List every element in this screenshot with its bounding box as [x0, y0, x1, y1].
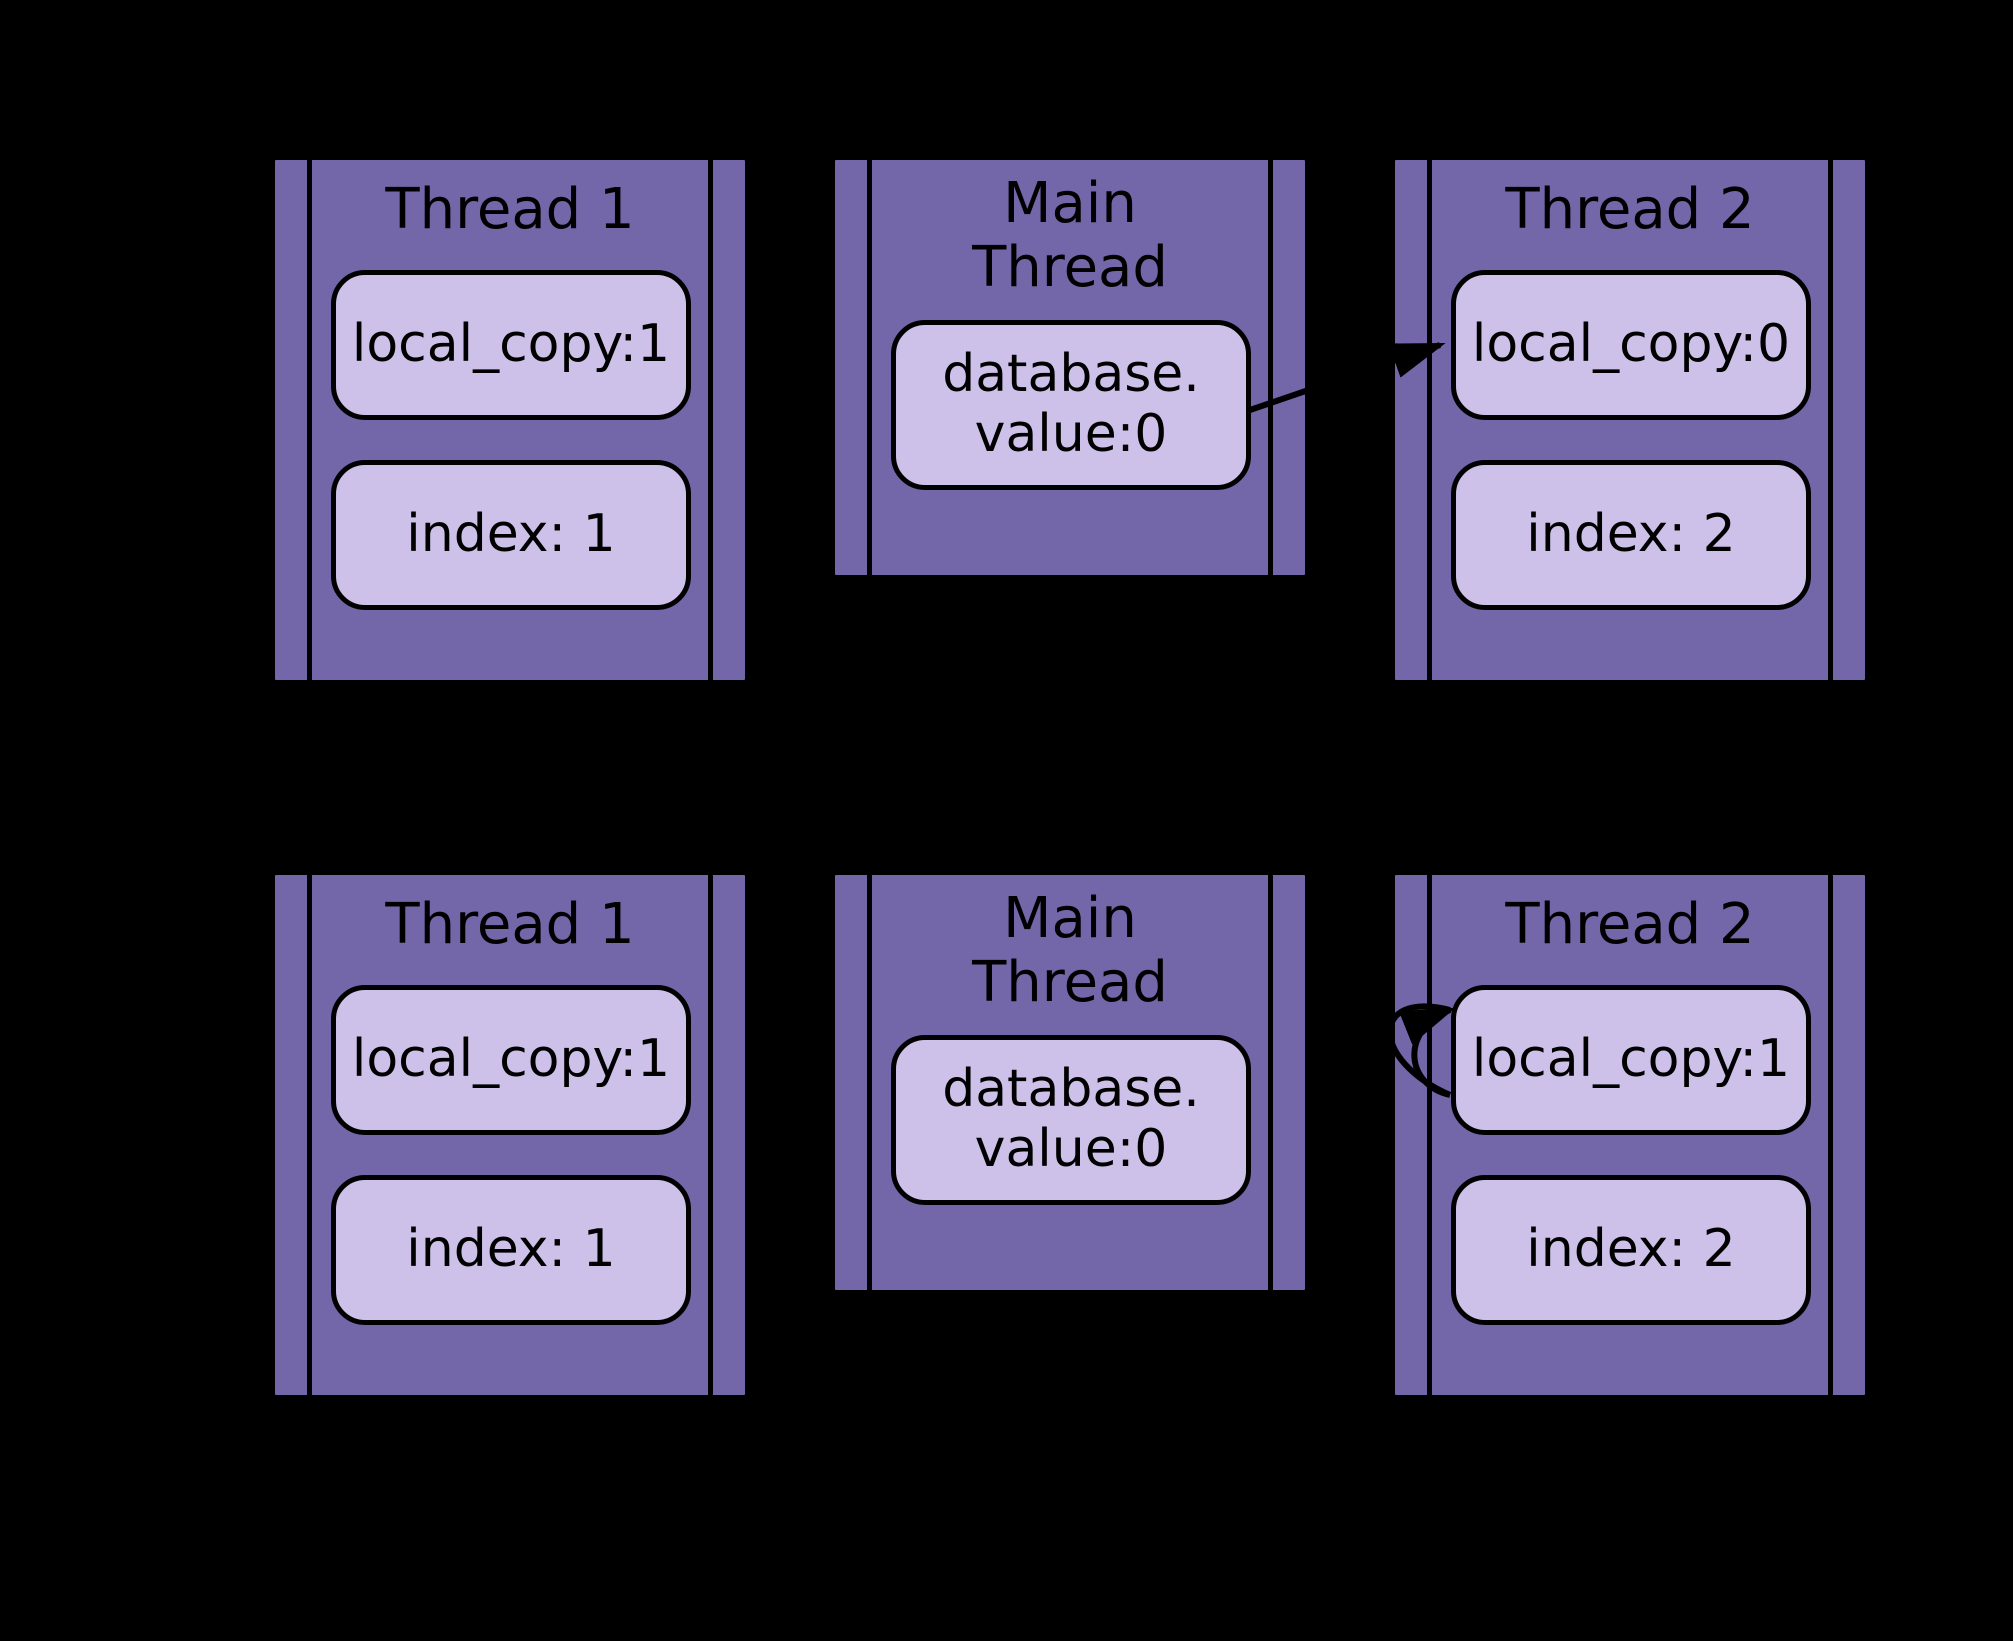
- thread2-box-row0: Thread 2 local_copy:0 index: 2: [1390, 155, 1870, 685]
- thread2-title-row0: Thread 2: [1395, 178, 1865, 242]
- thread2-localcopy-row0: local_copy:0: [1451, 270, 1811, 420]
- thread2-index-row1: index: 2: [1451, 1175, 1811, 1325]
- diagram-stage: Thread 1 local_copy:1 index: 1 Main Thre…: [0, 0, 2013, 1641]
- thread2-box-row1: Thread 2 local_copy:1 index: 2: [1390, 870, 1870, 1400]
- thread1-title-row1: Thread 1: [275, 893, 745, 957]
- thread1-title-row0: Thread 1: [275, 178, 745, 242]
- thread1-localcopy-row0: local_copy:1: [331, 270, 691, 420]
- thread1-index-row1: index: 1: [331, 1175, 691, 1325]
- thread2-title-row1: Thread 2: [1395, 893, 1865, 957]
- mainthread-box-row0: Main Thread database. value:0: [830, 155, 1310, 580]
- mainthread-title-row1: Main Thread: [835, 887, 1305, 1016]
- mainthread-title-row0: Main Thread: [835, 172, 1305, 301]
- thread1-localcopy-row1: local_copy:1: [331, 985, 691, 1135]
- thread2-index-row0: index: 2: [1451, 460, 1811, 610]
- mainthread-db-row1: database. value:0: [891, 1035, 1251, 1205]
- thread1-box-row1: Thread 1 local_copy:1 index: 1: [270, 870, 750, 1400]
- mainthread-db-row0: database. value:0: [891, 320, 1251, 490]
- thread1-index-row0: index: 1: [331, 460, 691, 610]
- thread2-localcopy-row1: local_copy:1: [1451, 985, 1811, 1135]
- thread1-box-row0: Thread 1 local_copy:1 index: 1: [270, 155, 750, 685]
- mainthread-box-row1: Main Thread database. value:0: [830, 870, 1310, 1295]
